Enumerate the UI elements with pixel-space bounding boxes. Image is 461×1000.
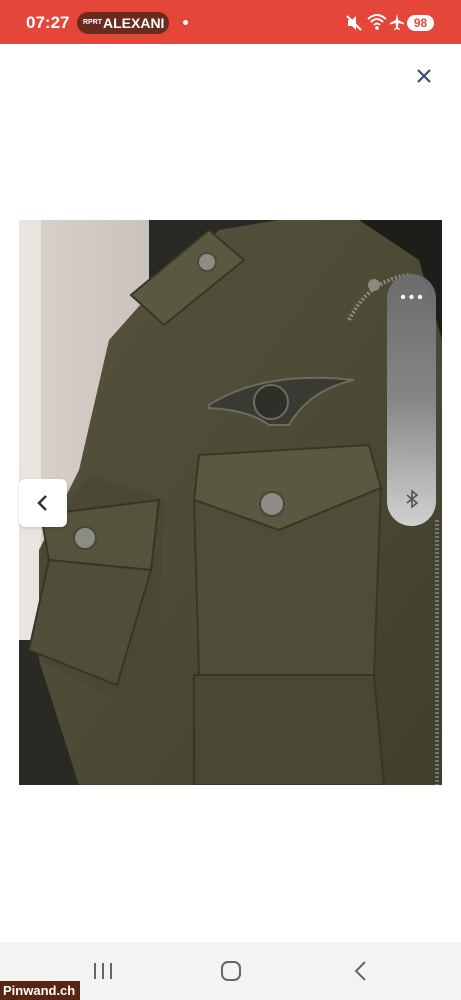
wifi-icon [367, 14, 387, 30]
airplane-icon [390, 14, 404, 30]
mute-icon [346, 15, 362, 31]
product-image[interactable] [19, 220, 442, 785]
bluetooth-icon[interactable] [401, 488, 423, 510]
previous-image-button[interactable] [19, 479, 67, 527]
home-icon[interactable] [220, 960, 242, 982]
recents-icon[interactable] [91, 961, 115, 981]
more-horizontal-icon[interactable] [399, 292, 424, 302]
notification-name: ALEXANI [103, 15, 165, 31]
close-icon[interactable] [408, 60, 440, 92]
watermark: Pinwand.ch [0, 981, 80, 1000]
battery-level: 98 [407, 15, 434, 31]
status-bar: 07:27 RPRT ALEXANI 98 [0, 0, 461, 44]
notification-pill[interactable]: RPRT ALEXANI [77, 12, 169, 34]
floating-side-panel[interactable] [387, 274, 436, 526]
notification-dot [183, 20, 188, 25]
chevron-left-icon [37, 495, 47, 511]
back-icon[interactable] [352, 960, 370, 982]
status-time: 07:27 [26, 13, 70, 32]
notification-badge: RPRT [83, 19, 103, 26]
